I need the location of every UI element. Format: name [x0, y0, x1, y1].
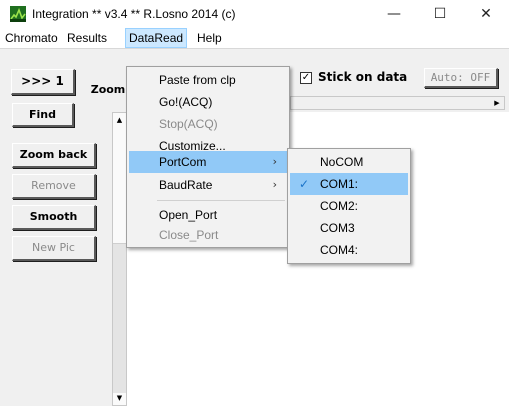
dataread-menu: Paste from clp Go!(ACQ) Stop(ACQ) Custom… — [126, 66, 290, 248]
vertical-scrollbar[interactable]: ▲ ▼ — [112, 112, 127, 406]
checkmark-icon: ✓ — [299, 177, 310, 191]
menu-item-portcom-label: PortCom — [159, 155, 207, 169]
menu-item-baudrate-label: BaudRate — [159, 178, 213, 192]
next-button[interactable]: >>> 1 — [11, 69, 75, 95]
horizontal-scrollbar[interactable]: ▶ — [290, 96, 505, 110]
app-icon — [10, 6, 26, 22]
close-button[interactable]: ✕ — [463, 0, 509, 28]
smooth-button[interactable]: Smooth — [12, 205, 96, 230]
menu-item-com4[interactable]: COM4: — [290, 239, 408, 261]
scroll-down-icon[interactable]: ▼ — [113, 391, 126, 405]
auto-button[interactable]: Auto: OFF — [424, 68, 498, 88]
window-title: Integration ** v3.4 ** R.Losno 2014 (c) — [32, 7, 236, 21]
portcom-submenu: NoCOM ✓ COM1: COM2: COM3 COM4: — [287, 148, 411, 264]
zoom-button[interactable]: Zoom — [85, 80, 131, 102]
scroll-right-icon[interactable]: ▶ — [491, 97, 503, 109]
menu-item-close-port[interactable]: Close_Port — [129, 224, 287, 246]
zoom-back-button[interactable]: Zoom back — [12, 143, 96, 168]
new-pic-button[interactable]: New Pic — [12, 236, 96, 261]
menu-item-com2[interactable]: COM2: — [290, 195, 408, 217]
menu-item-go-acq[interactable]: Go!(ACQ) — [129, 91, 287, 113]
menu-help[interactable]: Help — [194, 28, 225, 48]
menu-item-stop-acq[interactable]: Stop(ACQ) — [129, 113, 287, 135]
maximize-button[interactable]: ☐ — [417, 0, 463, 28]
title-bar: Integration ** v3.4 ** R.Losno 2014 (c) … — [0, 0, 509, 28]
menu-item-nocom[interactable]: NoCOM — [290, 151, 408, 173]
menu-results[interactable]: Results — [64, 28, 110, 48]
submenu-arrow-icon: › — [272, 155, 277, 168]
menu-item-com3[interactable]: COM3 — [290, 217, 408, 239]
minimize-button[interactable]: — — [371, 0, 417, 28]
find-button[interactable]: Find — [12, 103, 74, 127]
scroll-up-icon[interactable]: ▲ — [113, 113, 126, 127]
menu-item-com1-label: COM1: — [320, 177, 359, 191]
menu-separator — [157, 200, 285, 201]
remove-button[interactable]: Remove — [12, 174, 96, 199]
menu-item-paste-from-clp[interactable]: Paste from clp — [129, 69, 287, 91]
stick-label: Stick on data — [318, 70, 408, 84]
submenu-arrow-icon: › — [272, 178, 277, 191]
stick-checkbox[interactable]: ✓ — [300, 72, 312, 84]
menu-dataread[interactable]: DataRead — [125, 28, 188, 48]
scroll-track[interactable] — [113, 243, 126, 393]
menu-bar: Chromato Results DataRead Help — [0, 28, 509, 48]
menu-item-com1[interactable]: ✓ COM1: — [290, 173, 408, 195]
menu-item-open-port[interactable]: Open_Port — [129, 204, 287, 226]
menu-item-baudrate[interactable]: BaudRate › — [129, 174, 287, 196]
menu-chromato[interactable]: Chromato — [2, 28, 61, 48]
menu-item-portcom[interactable]: PortCom › — [129, 151, 287, 173]
